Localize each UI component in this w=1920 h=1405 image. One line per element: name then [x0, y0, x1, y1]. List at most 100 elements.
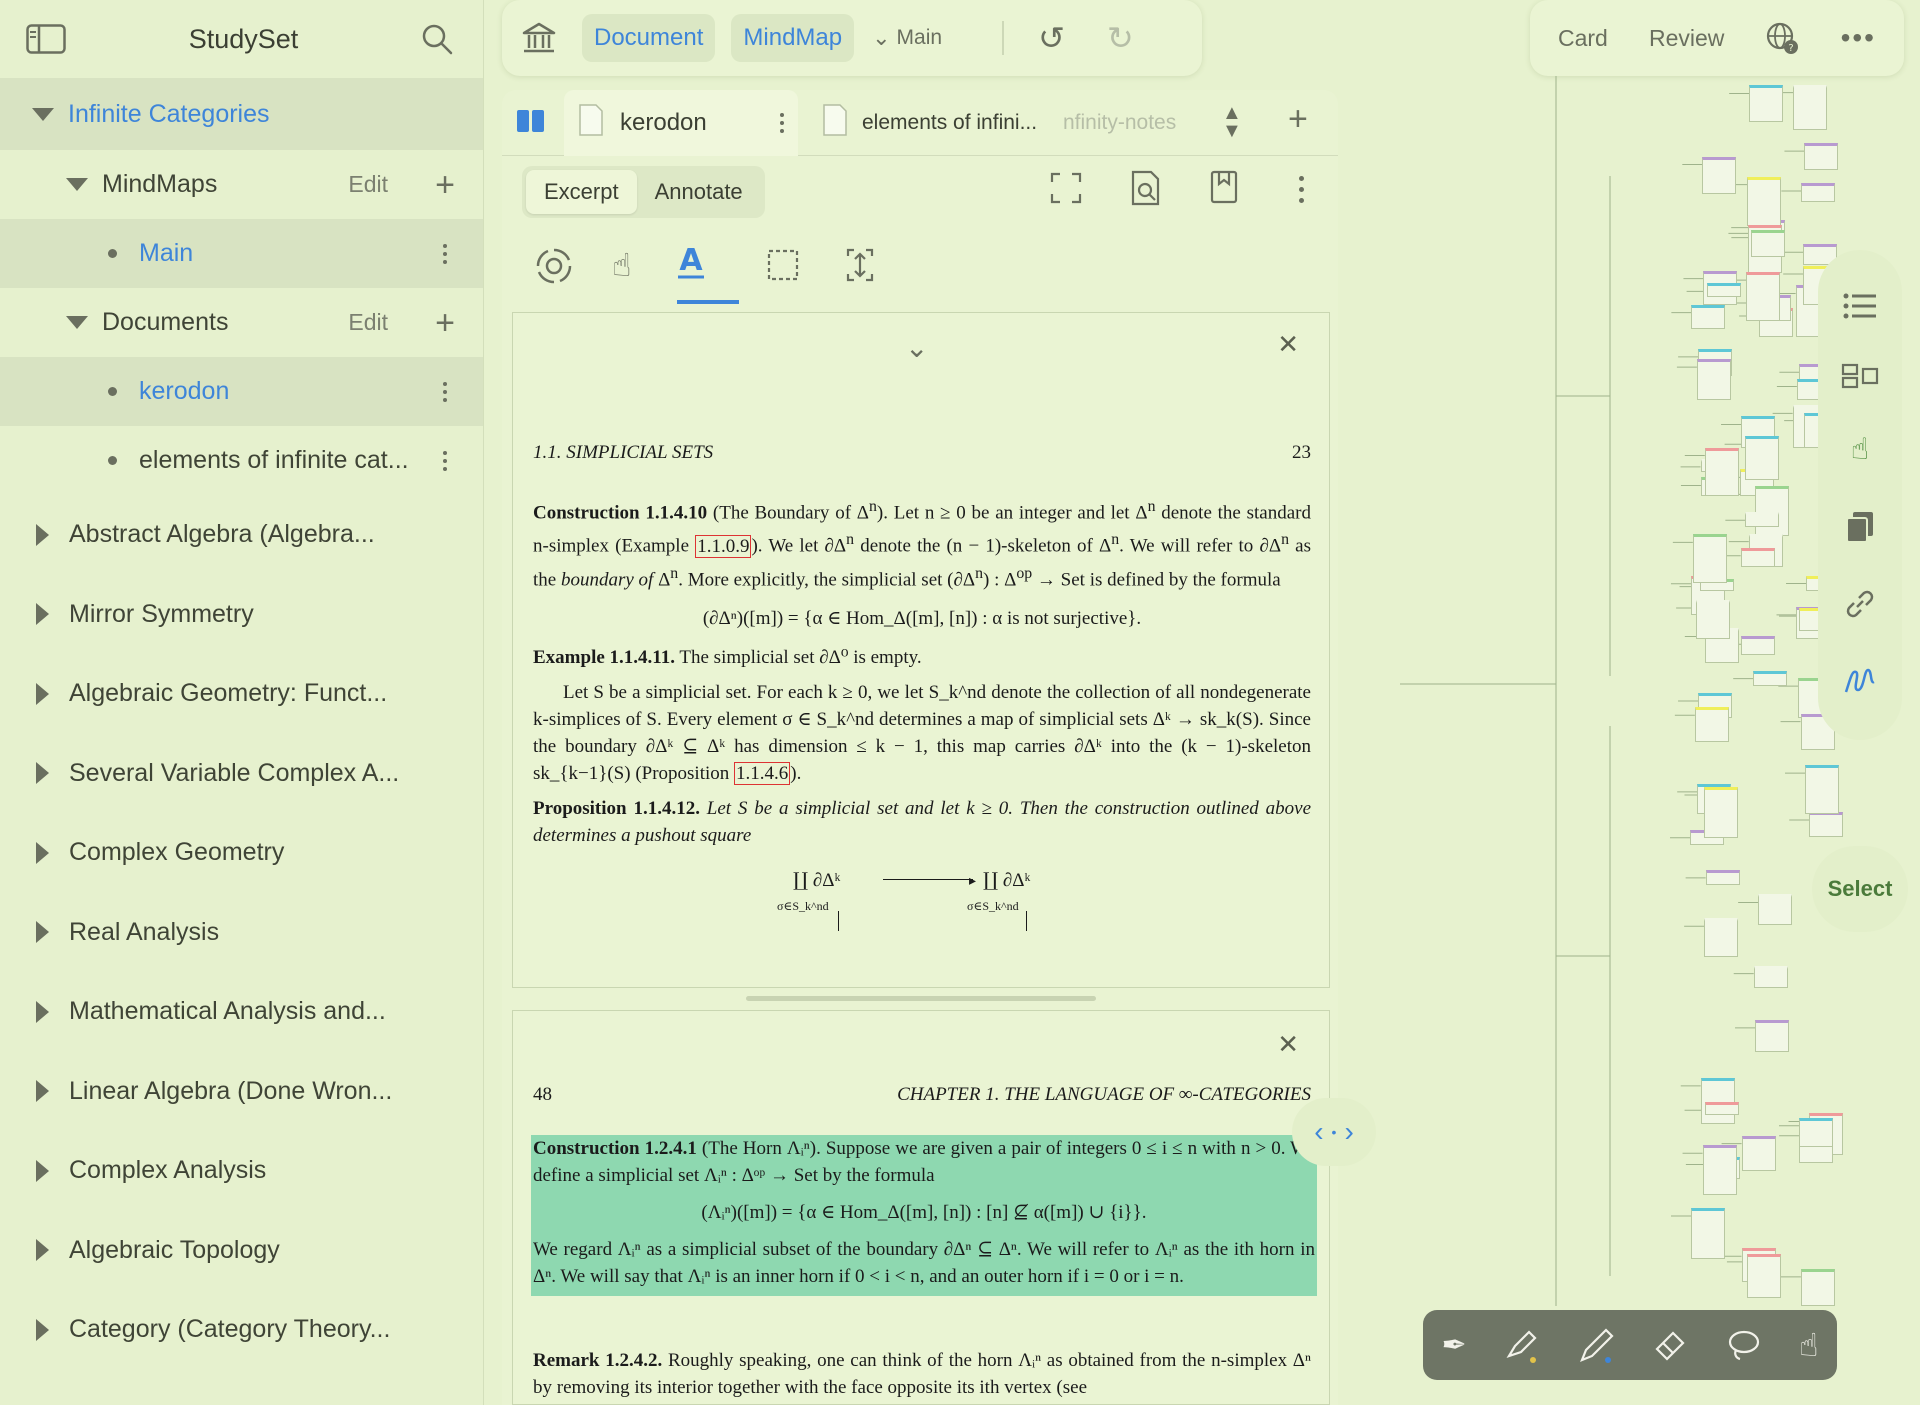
- split-resize-handle[interactable]: [746, 996, 1096, 1001]
- highlighter-icon[interactable]: [1503, 1326, 1541, 1364]
- more-horizontal-icon[interactable]: •••: [1841, 22, 1876, 54]
- chevron-right-icon[interactable]: [36, 523, 49, 546]
- tree-collapsed-item[interactable]: Linear Algebra (Done Wron...: [0, 1052, 483, 1132]
- tab-kerodon[interactable]: kerodon: [564, 89, 798, 156]
- mindmap-node[interactable]: [1754, 486, 1789, 536]
- tree-mindmaps-group[interactable]: MindMaps Edit +: [0, 150, 483, 219]
- highlighted-excerpt[interactable]: Construction 1.2.4.1 (The Horn Λᵢⁿ). Sup…: [531, 1135, 1317, 1296]
- example-paragraph[interactable]: Example 1.1.4.11. The simplicial set ∂Δ⁰…: [513, 644, 1329, 671]
- mindmap-node[interactable]: [1702, 1145, 1737, 1196]
- mindmap-node[interactable]: [1706, 283, 1741, 297]
- mindmap-mode-button[interactable]: MindMap: [731, 14, 855, 62]
- construction-paragraph[interactable]: Construction 1.1.4.10 (The Boundary of Δ…: [513, 493, 1329, 593]
- chevron-right-icon[interactable]: [36, 682, 49, 705]
- pencil-icon[interactable]: [1578, 1326, 1616, 1364]
- hand-pointer-icon[interactable]: ☝: [612, 246, 631, 284]
- chevron-right-icon[interactable]: [36, 1080, 49, 1103]
- link-icon[interactable]: [1843, 587, 1877, 621]
- chevron-right-icon[interactable]: [36, 762, 49, 785]
- hand-pointer-icon[interactable]: ☝: [1851, 432, 1869, 467]
- reorder-tabs-icon[interactable]: ▲ ▼: [1222, 103, 1242, 141]
- mindmap-node[interactable]: [1705, 869, 1740, 885]
- expand-selection-icon[interactable]: [842, 246, 878, 284]
- page-nav-control[interactable]: ‹ • ›: [1292, 1098, 1376, 1166]
- document-mode-button[interactable]: Document: [582, 14, 716, 62]
- touch-hand-icon[interactable]: ☝: [1799, 1326, 1818, 1364]
- more-vertical-icon[interactable]: [443, 243, 447, 264]
- mindmap-node[interactable]: [1702, 156, 1737, 194]
- mindmap-node[interactable]: [1691, 304, 1726, 329]
- add-document-button[interactable]: +: [435, 306, 455, 340]
- mindmap-node[interactable]: [1755, 1019, 1789, 1052]
- outline-list-icon[interactable]: [1843, 292, 1877, 320]
- mindmap-node[interactable]: [1809, 812, 1844, 838]
- web-help-icon[interactable]: ?: [1765, 21, 1799, 55]
- chevron-down-icon[interactable]: [32, 107, 54, 121]
- mindmap-selector[interactable]: Main: [897, 26, 943, 50]
- proposition-paragraph[interactable]: Proposition 1.1.4.12. Let S be a simplic…: [513, 795, 1329, 849]
- chevron-right-icon[interactable]: [36, 603, 49, 626]
- tree-collapsed-item[interactable]: Several Variable Complex A...: [0, 734, 483, 814]
- chevron-right-icon[interactable]: [36, 841, 49, 864]
- tab-infinity-notes[interactable]: nfinity-notes: [1063, 90, 1193, 156]
- add-mindmap-button[interactable]: +: [435, 168, 455, 202]
- mindmap-node[interactable]: [1749, 85, 1784, 123]
- mindmap-node[interactable]: [1753, 965, 1788, 989]
- tab-elements[interactable]: elements of infini...: [818, 90, 1063, 156]
- rectangle-select-icon[interactable]: [766, 248, 800, 282]
- mindmap-node[interactable]: [1704, 447, 1739, 496]
- tree-collapsed-item[interactable]: Complex Geometry: [0, 813, 483, 893]
- more-vertical-icon[interactable]: [1299, 176, 1304, 203]
- chevron-right-icon[interactable]: [36, 1000, 49, 1023]
- auto-excerpt-icon[interactable]: [534, 246, 574, 286]
- documents-edit-button[interactable]: Edit: [348, 309, 388, 336]
- tree-item-main[interactable]: Main: [0, 219, 483, 288]
- add-tab-icon[interactable]: +: [1288, 100, 1308, 139]
- search-icon[interactable]: [421, 23, 453, 55]
- text-highlight-icon[interactable]: A: [676, 242, 706, 280]
- annotate-tab[interactable]: Annotate: [637, 170, 761, 214]
- mindmap-node[interactable]: [1691, 1207, 1725, 1259]
- search-document-icon[interactable]: [1130, 170, 1162, 206]
- undo-icon[interactable]: ↺: [1038, 19, 1065, 57]
- close-page-icon[interactable]: ✕: [1277, 1031, 1299, 1058]
- freehand-draw-icon[interactable]: [1843, 664, 1877, 698]
- pen-icon[interactable]: ✒: [1441, 1328, 1466, 1363]
- more-vertical-icon[interactable]: [780, 112, 784, 133]
- mindmap-node[interactable]: [1741, 1135, 1776, 1172]
- tree-collapsed-item[interactable]: Category (Category Theory...: [0, 1290, 483, 1370]
- sidebar-toggle-icon[interactable]: [26, 24, 66, 54]
- mindmap-node[interactable]: [1805, 765, 1840, 814]
- mindmap-node[interactable]: [1741, 636, 1776, 655]
- chevron-down-icon[interactable]: ⌄: [905, 335, 928, 363]
- tree-collapsed-item[interactable]: Real Analysis: [0, 893, 483, 973]
- tree-item-elements[interactable]: elements of infinite cat...: [0, 426, 483, 495]
- split-view-icon[interactable]: [516, 108, 546, 134]
- lasso-icon[interactable]: [1726, 1328, 1762, 1362]
- excerpt-tab[interactable]: Excerpt: [526, 170, 637, 214]
- tree-collapsed-item[interactable]: Algebraic Geometry: Funct...: [0, 654, 483, 734]
- eraser-icon[interactable]: [1653, 1327, 1689, 1363]
- mindmap-node[interactable]: [1800, 1268, 1835, 1307]
- tree-root-infinite-categories[interactable]: Infinite Categories: [0, 78, 483, 150]
- cross-ref-link[interactable]: 1.1.0.9: [695, 534, 752, 558]
- mindmap-node[interactable]: [1793, 84, 1828, 131]
- mindmap-node[interactable]: [1704, 918, 1739, 957]
- mindmap-node[interactable]: [1745, 512, 1780, 528]
- mindmap-node[interactable]: [1700, 1077, 1735, 1124]
- mindmap-node[interactable]: [1744, 436, 1779, 480]
- tree-documents-group[interactable]: Documents Edit +: [0, 288, 483, 357]
- library-icon[interactable]: [522, 22, 556, 54]
- mindmaps-edit-button[interactable]: Edit: [348, 171, 388, 198]
- mindmap-node[interactable]: [1704, 786, 1739, 838]
- mindmap-node[interactable]: [1740, 547, 1775, 568]
- chevron-down-icon[interactable]: [66, 316, 88, 329]
- chevron-down-icon[interactable]: ⌄: [872, 25, 890, 51]
- remark-paragraph[interactable]: Remark 1.2.4.2. Roughly speaking, one ca…: [513, 1347, 1329, 1401]
- bookmark-icon[interactable]: [1210, 170, 1238, 204]
- body-paragraph[interactable]: Let S be a simplicial set. For each k ≥ …: [513, 679, 1329, 787]
- mindmap-node[interactable]: [1746, 272, 1781, 321]
- mindmap-node[interactable]: [1694, 707, 1729, 743]
- chevron-right-icon[interactable]: [36, 1159, 49, 1182]
- mindmap-node[interactable]: [1692, 534, 1727, 584]
